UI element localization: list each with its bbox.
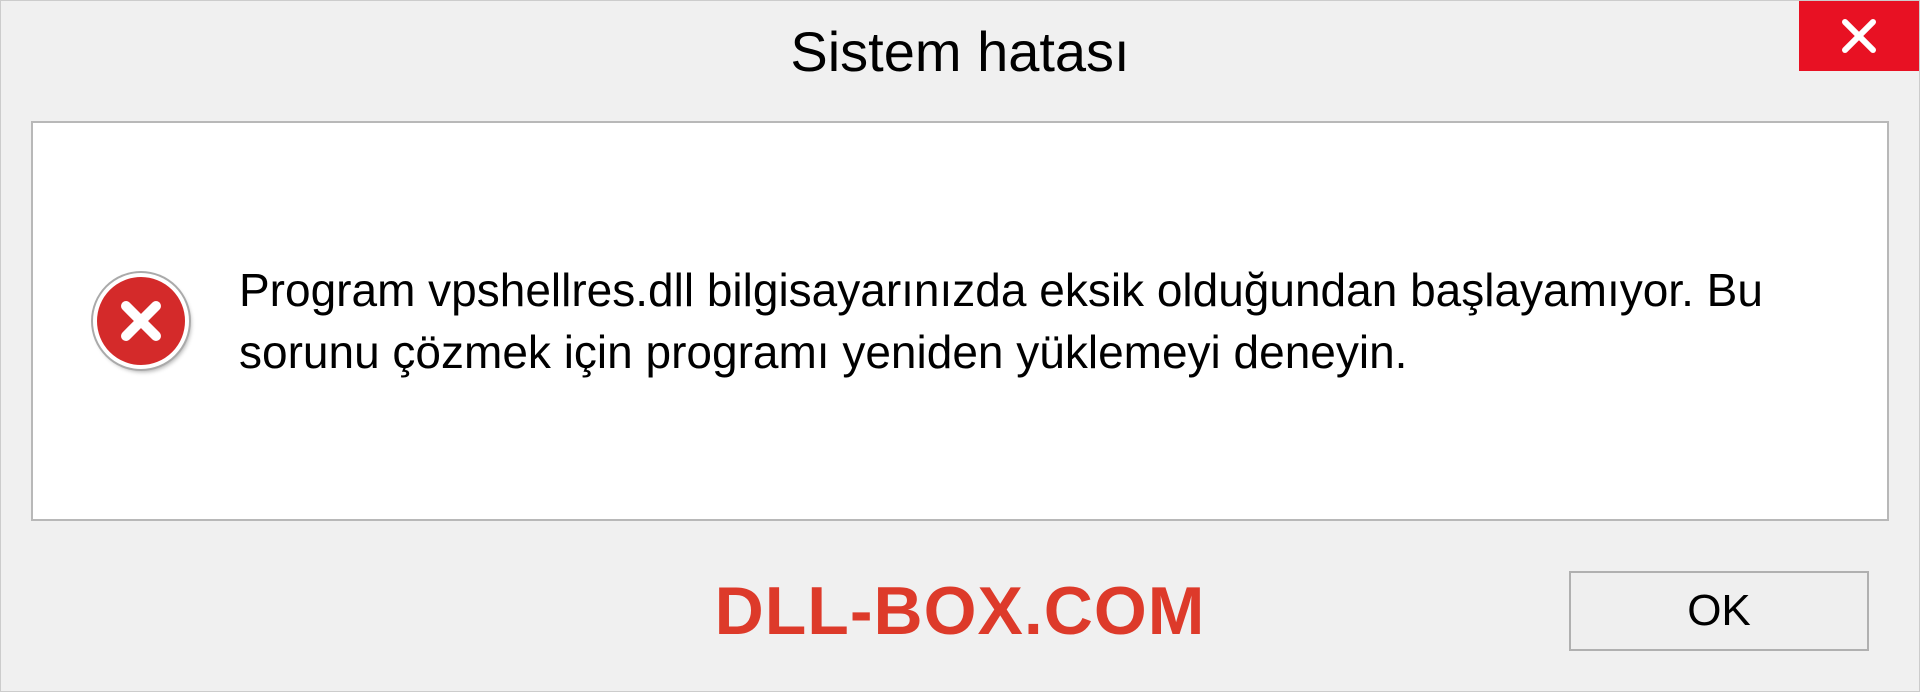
error-dialog: Sistem hatası Program vpshellres.dll bil… [0, 0, 1920, 692]
watermark-text: DLL-BOX.COM [715, 572, 1206, 650]
dialog-footer: DLL-BOX.COM OK [1, 541, 1919, 691]
error-message: Program vpshellres.dll bilgisayarınızda … [239, 259, 1827, 383]
ok-button[interactable]: OK [1569, 571, 1869, 651]
dialog-title: Sistem hatası [790, 19, 1129, 84]
close-button[interactable] [1799, 1, 1919, 71]
error-icon [93, 273, 189, 369]
close-icon [1839, 4, 1879, 69]
content-panel: Program vpshellres.dll bilgisayarınızda … [31, 121, 1889, 521]
titlebar: Sistem hatası [1, 1, 1919, 101]
ok-button-label: OK [1687, 586, 1751, 636]
